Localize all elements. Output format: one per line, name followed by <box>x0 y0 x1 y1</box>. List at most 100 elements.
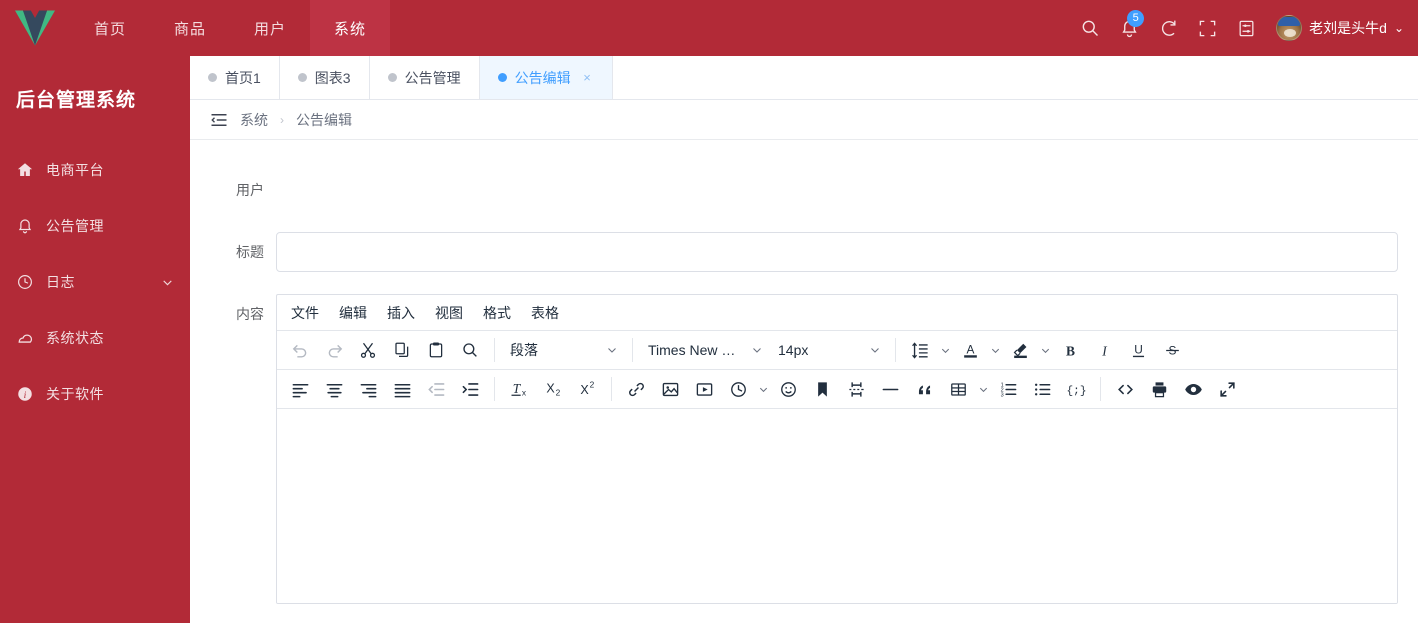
info-circle-icon: i <box>14 383 36 405</box>
sidebar-item-announcement[interactable]: 公告管理 <box>0 198 190 254</box>
fullscreen-icon[interactable] <box>1196 17 1218 39</box>
title-input[interactable] <box>276 232 1398 272</box>
menu-file[interactable]: 文件 <box>281 299 329 327</box>
background-color-control[interactable] <box>1003 335 1053 365</box>
title-label: 标题 <box>236 244 264 260</box>
block-format-select[interactable]: 段落 <box>502 335 625 365</box>
cut-icon[interactable] <box>351 335 385 365</box>
user-menu[interactable]: 老刘是头牛d ⌄ <box>1276 15 1404 41</box>
search-icon[interactable] <box>1079 17 1101 39</box>
superscript-icon[interactable]: X 2 <box>570 374 604 404</box>
page-break-icon[interactable] <box>839 374 873 404</box>
font-family-select[interactable]: Times New R... <box>640 335 770 365</box>
avatar <box>1276 15 1303 41</box>
align-right-icon[interactable] <box>351 374 385 404</box>
copy-icon[interactable] <box>385 335 419 365</box>
align-center-icon[interactable] <box>317 374 351 404</box>
nav-item-users[interactable]: 用户 <box>230 0 310 56</box>
underline-icon[interactable]: U <box>1121 335 1155 365</box>
menu-view[interactable]: 视图 <box>425 299 473 327</box>
clock-icon <box>14 271 36 293</box>
redo-icon[interactable] <box>317 335 351 365</box>
search-replace-icon[interactable] <box>453 335 487 365</box>
sidebar-item-ecommerce[interactable]: 电商平台 <box>0 142 190 198</box>
chevron-down-icon <box>750 344 764 356</box>
sidebar-item-system-status[interactable]: 系统状态 <box>0 310 190 366</box>
strikethrough-icon[interactable]: S <box>1155 335 1189 365</box>
table-icon[interactable] <box>941 374 975 404</box>
insert-datetime-icon[interactable] <box>721 374 755 404</box>
form-row-title: 标题 <box>200 232 1408 272</box>
menu-table[interactable]: 表格 <box>521 299 569 327</box>
rich-text-editor: 文件 编辑 插入 视图 格式 表格 段落 Times New R... 14px… <box>276 294 1398 604</box>
insert-datetime-control[interactable] <box>721 374 771 404</box>
form-settings-icon[interactable] <box>1235 17 1257 39</box>
line-height-control[interactable] <box>903 335 953 365</box>
image-icon[interactable] <box>653 374 687 404</box>
sidebar-item-logs[interactable]: 日志 <box>0 254 190 310</box>
chevron-down-icon <box>605 344 619 356</box>
undo-icon[interactable] <box>283 335 317 365</box>
clear-formatting-icon[interactable]: T x <box>502 374 536 404</box>
font-size-value: 14px <box>778 342 809 358</box>
nav-item-goods[interactable]: 商品 <box>150 0 230 56</box>
menu-insert[interactable]: 插入 <box>377 299 425 327</box>
indent-icon[interactable] <box>453 374 487 404</box>
tab-announcement-manage[interactable]: 公告管理 <box>369 56 480 99</box>
font-size-select[interactable]: 14px <box>770 335 888 365</box>
collapse-menu-icon[interactable] <box>210 111 228 129</box>
media-icon[interactable] <box>687 374 721 404</box>
numbered-list-icon[interactable]: 1 2 3 <box>991 374 1025 404</box>
preview-icon[interactable] <box>1176 374 1210 404</box>
align-justify-icon[interactable] <box>385 374 419 404</box>
code-sample-icon[interactable]: {;} <box>1059 374 1093 404</box>
paste-icon[interactable] <box>419 335 453 365</box>
editor-content-area[interactable] <box>277 409 1397 603</box>
text-color-icon[interactable]: A <box>953 335 987 365</box>
tab-announcement-edit[interactable]: 公告编辑 × <box>479 56 613 99</box>
breadcrumb-parent[interactable]: 系统 <box>240 110 268 130</box>
print-icon[interactable] <box>1142 374 1176 404</box>
menu-format[interactable]: 格式 <box>473 299 521 327</box>
link-icon[interactable] <box>619 374 653 404</box>
chevron-down-icon <box>868 344 882 356</box>
bullet-list-icon[interactable] <box>1025 374 1059 404</box>
background-color-icon[interactable] <box>1003 335 1037 365</box>
align-left-icon[interactable] <box>283 374 317 404</box>
text-color-control[interactable]: A <box>953 335 1003 365</box>
tab-label: 首页1 <box>225 69 261 86</box>
emoticon-icon[interactable] <box>771 374 805 404</box>
editor-toolbar-row-2: T x X 2 X 2 1 2 3 {;} <box>277 370 1397 409</box>
toolbar-divider <box>632 338 633 362</box>
font-family-value: Times New R... <box>648 342 740 358</box>
user-value <box>276 170 1398 190</box>
bold-icon[interactable]: B <box>1053 335 1087 365</box>
outdent-icon[interactable] <box>419 374 453 404</box>
menu-edit[interactable]: 编辑 <box>329 299 377 327</box>
fullscreen-icon[interactable] <box>1210 374 1244 404</box>
chevron-down-icon <box>161 276 174 289</box>
sidebar-item-label: 电商平台 <box>46 162 104 178</box>
subscript-icon[interactable]: X 2 <box>536 374 570 404</box>
horizontal-rule-icon[interactable] <box>873 374 907 404</box>
tab-home1[interactable]: 首页1 <box>190 56 280 99</box>
line-height-icon[interactable] <box>903 335 937 365</box>
nav-item-home[interactable]: 首页 <box>70 0 150 56</box>
nav-item-label: 首页 <box>94 20 127 38</box>
blockquote-icon[interactable] <box>907 374 941 404</box>
sidebar-item-label: 关于软件 <box>46 386 104 402</box>
table-control[interactable] <box>941 374 991 404</box>
source-code-icon[interactable] <box>1108 374 1142 404</box>
tab-chart3[interactable]: 图表3 <box>279 56 370 99</box>
user-label: 用户 <box>236 182 264 198</box>
nav-item-system[interactable]: 系统 <box>310 0 391 56</box>
refresh-icon[interactable] <box>1157 17 1179 39</box>
vue-logo-icon[interactable] <box>0 0 70 56</box>
anchor-icon[interactable] <box>805 374 839 404</box>
bell-icon[interactable]: 5 <box>1118 10 1145 39</box>
close-icon[interactable]: × <box>581 70 594 85</box>
chevron-down-icon <box>755 384 771 395</box>
italic-icon[interactable]: I <box>1087 335 1121 365</box>
sidebar-item-about[interactable]: i 关于软件 <box>0 366 190 422</box>
block-format-value: 段落 <box>510 342 538 358</box>
